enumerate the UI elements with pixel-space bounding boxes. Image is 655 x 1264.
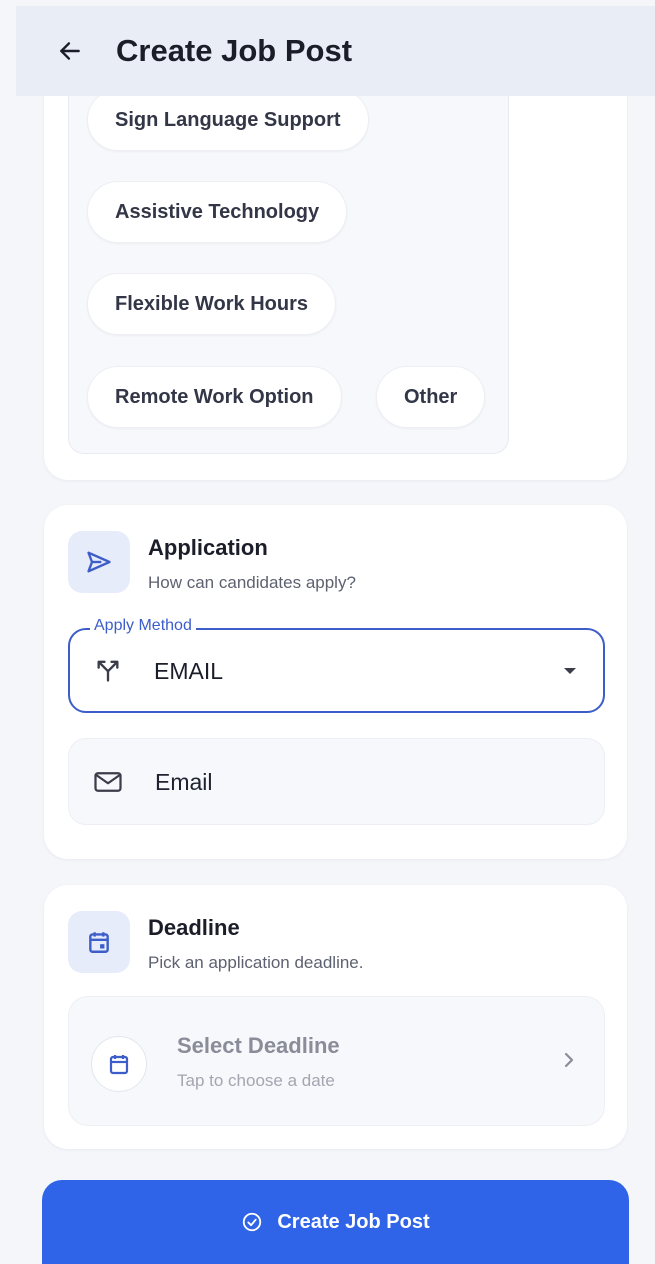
apply-method-select[interactable]: Apply Method EMAIL [68, 617, 605, 713]
chip-other[interactable]: Other [376, 366, 486, 428]
application-card: Application How can candidates apply? Ap… [44, 505, 627, 859]
page-title: Create Job Post [116, 33, 353, 68]
apply-method-value: EMAIL [154, 658, 224, 684]
deadline-title: Deadline [148, 915, 240, 940]
chip-remote-work-option[interactable]: Remote Work Option [87, 366, 342, 428]
back-arrow-icon [60, 42, 80, 60]
chevron-right-icon [564, 1052, 574, 1068]
create-job-post-label: Create Job Post [277, 1210, 430, 1233]
application-subtitle: How can candidates apply? [148, 573, 356, 592]
dropdown-icon [564, 668, 576, 674]
accommodations-card: Sign Language Support Assistive Technolo… [44, 70, 627, 480]
select-deadline-title: Select Deadline [177, 1033, 340, 1058]
application-icon-badge [68, 531, 130, 593]
select-deadline-button[interactable]: Select Deadline Tap to choose a date [68, 996, 605, 1126]
chip-assistive-technology[interactable]: Assistive Technology [87, 181, 348, 243]
app-bar: Create Job Post [16, 6, 655, 96]
email-field[interactable]: Email [68, 738, 605, 825]
date-icon-badge [91, 1036, 147, 1092]
calendar-icon [109, 1055, 129, 1075]
send-icon [87, 551, 111, 573]
deadline-subtitle: Pick an application deadline. [148, 953, 364, 972]
accommodation-chip-group: Sign Language Support Assistive Technolo… [68, 70, 509, 454]
application-title: Application [148, 535, 268, 560]
create-job-post-button[interactable]: Create Job Post [42, 1180, 629, 1264]
calendar-icon [89, 932, 109, 953]
check-circle-icon [241, 1211, 263, 1233]
back-button[interactable] [42, 23, 98, 79]
fork-icon [97, 660, 119, 682]
apply-method-label: Apply Method [90, 617, 196, 635]
email-placeholder: Email [155, 769, 213, 795]
mail-icon [94, 772, 122, 792]
chip-flexible-work-hours[interactable]: Flexible Work Hours [87, 273, 337, 335]
chip-sign-language-support[interactable]: Sign Language Support [87, 89, 369, 151]
deadline-icon-badge [68, 911, 130, 973]
select-deadline-subtitle: Tap to choose a date [177, 1071, 335, 1090]
deadline-card: Deadline Pick an application deadline. S… [44, 885, 627, 1149]
